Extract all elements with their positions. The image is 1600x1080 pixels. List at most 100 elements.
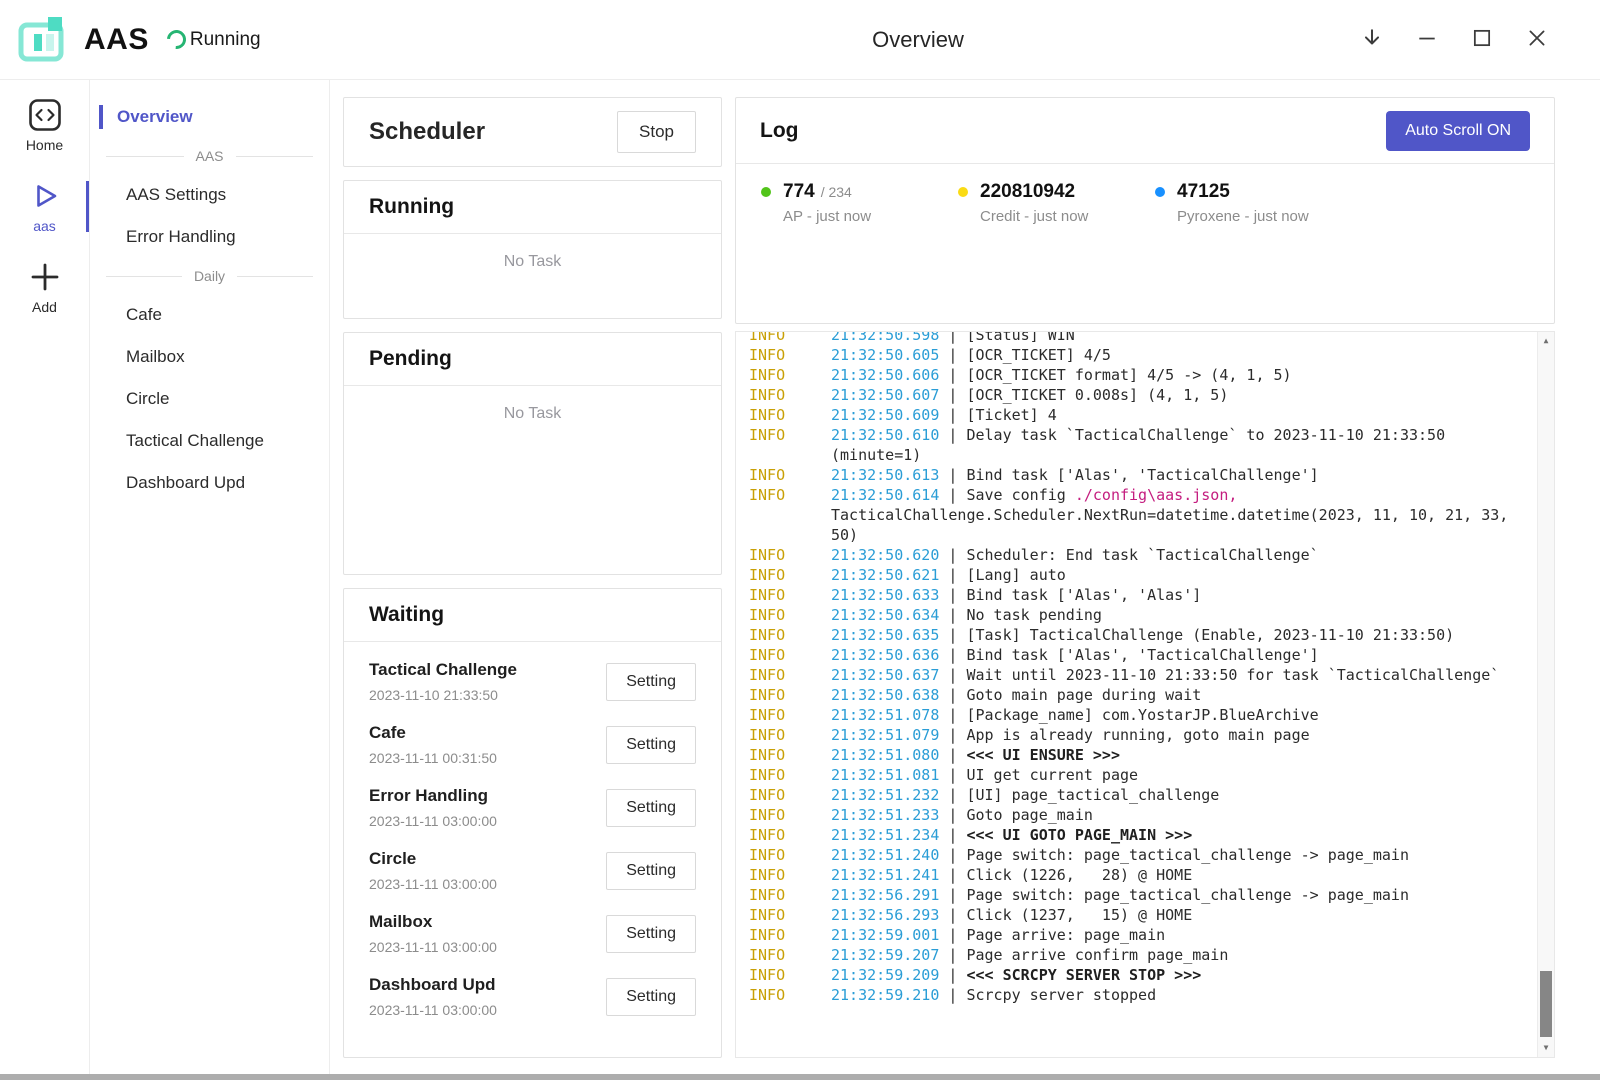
log-segment: Wait until 2023-11-10 21:33:50 for task … bbox=[966, 666, 1499, 684]
auto-scroll-button[interactable]: Auto Scroll ON bbox=[1386, 111, 1530, 151]
log-timestamp: 21:32:51.079 bbox=[831, 726, 939, 744]
stat-dot bbox=[1155, 187, 1165, 197]
log-level: INFO bbox=[749, 605, 831, 625]
log-segment: Goto main page during wait bbox=[966, 686, 1201, 704]
rail-item-add[interactable]: Add bbox=[0, 258, 89, 317]
play-icon bbox=[28, 179, 62, 213]
log-level: INFO bbox=[749, 805, 831, 825]
menu-item-label: Dashboard Upd bbox=[126, 473, 245, 493]
log-level: INFO bbox=[749, 565, 831, 585]
log-message: 21:32:51.079 | App is already running, g… bbox=[831, 725, 1514, 745]
log-timestamp: 21:32:50.634 bbox=[831, 606, 939, 624]
scrollbar-up-button[interactable]: ▲ bbox=[1538, 333, 1554, 349]
menu-group-label: AAS bbox=[196, 148, 224, 164]
task-setting-button[interactable]: Setting bbox=[606, 915, 696, 953]
task-setting-button[interactable]: Setting bbox=[606, 978, 696, 1016]
close-icon bbox=[1526, 27, 1548, 52]
scheduler-card: Scheduler Stop bbox=[343, 97, 722, 167]
log-message: 21:32:51.080 | <<< UI ENSURE >>> bbox=[831, 745, 1514, 765]
close-button[interactable] bbox=[1522, 25, 1552, 55]
scrollbar-down-button[interactable]: ▼ bbox=[1538, 1040, 1554, 1056]
plus-icon bbox=[28, 260, 62, 294]
log-scrollbar[interactable]: ▲ ▼ bbox=[1537, 332, 1554, 1057]
log-level: INFO bbox=[749, 545, 831, 565]
log-message: 21:32:59.210 | Scrcpy server stopped bbox=[831, 985, 1514, 1005]
pending-title: Pending bbox=[369, 347, 696, 371]
menu-item-label: Tactical Challenge bbox=[126, 431, 264, 451]
waiting-task-row-dashboard-upd: Dashboard Upd2023-11-11 03:00:00Setting bbox=[344, 965, 721, 1028]
log-line: INFO21:32:50.605 | [OCR_TICKET] 4/5 bbox=[749, 345, 1514, 365]
log-segment: <<< SCRCPY SERVER STOP >>> bbox=[966, 966, 1201, 984]
menu-item-overview[interactable]: Overview bbox=[90, 96, 329, 138]
log-line: INFO21:32:59.210 | Scrcpy server stopped bbox=[749, 985, 1514, 1005]
log-timestamp: 21:32:51.240 bbox=[831, 846, 939, 864]
scrollbar-thumb[interactable] bbox=[1540, 971, 1552, 1037]
log-timestamp: 21:32:50.610 bbox=[831, 426, 939, 444]
menu-item-circle[interactable]: Circle bbox=[90, 378, 329, 420]
task-setting-button[interactable]: Setting bbox=[606, 852, 696, 890]
log-level: INFO bbox=[749, 785, 831, 805]
log-message: 21:32:51.232 | [UI] page_tactical_challe… bbox=[831, 785, 1514, 805]
stat-suffix: / 234 bbox=[821, 184, 852, 200]
log-line: INFO21:32:50.610 | Delay task `TacticalC… bbox=[749, 425, 1514, 465]
log-timestamp: 21:32:50.609 bbox=[831, 406, 939, 424]
log-timestamp: 21:32:50.633 bbox=[831, 586, 939, 604]
task-next-run-time: 2023-11-11 00:31:50 bbox=[369, 750, 497, 766]
log-timestamp: 21:32:51.234 bbox=[831, 826, 939, 844]
menu-item-cafe[interactable]: Cafe bbox=[90, 294, 329, 336]
menu-item-label: Circle bbox=[126, 389, 169, 409]
log-view[interactable]: INFO21:32:50.598 | [Status] WININFO21:32… bbox=[735, 331, 1555, 1058]
menu-item-dashboard-upd[interactable]: Dashboard Upd bbox=[90, 462, 329, 504]
log-segment: Page switch: page_tactical_challenge -> … bbox=[966, 886, 1409, 904]
stat-value: 220810942 bbox=[980, 181, 1075, 203]
log-line: INFO21:32:50.607 | [OCR_TICKET 0.008s] (… bbox=[749, 385, 1514, 405]
hide-window-button[interactable] bbox=[1357, 25, 1387, 55]
content-area: Scheduler Stop Running No Task Pending N… bbox=[330, 80, 1600, 1080]
log-level: INFO bbox=[749, 585, 831, 605]
menu-item-tactical-challenge[interactable]: Tactical Challenge bbox=[90, 420, 329, 462]
log-line: INFO21:32:50.633 | Bind task ['Alas', 'A… bbox=[749, 585, 1514, 605]
log-segment: [Ticket] 4 bbox=[966, 406, 1056, 424]
scheduler-title: Scheduler bbox=[369, 118, 485, 146]
log-timestamp: 21:32:51.078 bbox=[831, 706, 939, 724]
log-level: INFO bbox=[749, 745, 831, 765]
log-message: 21:32:50.621 | [Lang] auto bbox=[831, 565, 1514, 585]
log-level: INFO bbox=[749, 465, 831, 485]
log-message: 21:32:51.240 | Page switch: page_tactica… bbox=[831, 845, 1514, 865]
sidebar-menu: OverviewAASAAS SettingsError HandlingDai… bbox=[90, 80, 330, 1080]
brand: AAS Running bbox=[12, 9, 261, 71]
stop-button[interactable]: Stop bbox=[617, 111, 696, 153]
log-segment: Page arrive: page_main bbox=[966, 926, 1165, 944]
log-timestamp: 21:32:59.001 bbox=[831, 926, 939, 944]
waiting-task-row-mailbox: Mailbox2023-11-11 03:00:00 Setting bbox=[344, 902, 721, 965]
log-message: 21:32:51.078 | [Package_name] com.Yostar… bbox=[831, 705, 1514, 725]
menu-item-error-handling[interactable]: Error Handling bbox=[90, 216, 329, 258]
minimize-button[interactable] bbox=[1412, 25, 1442, 55]
task-setting-button[interactable]: Setting bbox=[606, 663, 696, 701]
log-timestamp: 21:32:50.620 bbox=[831, 546, 939, 564]
menu-item-label: Error Handling bbox=[126, 227, 236, 247]
waiting-task-info: Mailbox2023-11-11 03:00:00 bbox=[369, 912, 497, 955]
maximize-icon bbox=[1471, 27, 1493, 52]
task-setting-button[interactable]: Setting bbox=[606, 789, 696, 827]
menu-group-divider-aas: AAS bbox=[106, 138, 313, 174]
log-timestamp: 21:32:56.291 bbox=[831, 886, 939, 904]
maximize-button[interactable] bbox=[1467, 25, 1497, 55]
log-segment: Goto page_main bbox=[966, 806, 1092, 824]
log-timestamp: 21:32:50.638 bbox=[831, 686, 939, 704]
log-message: 21:32:50.620 | Scheduler: End task `Tact… bbox=[831, 545, 1514, 565]
log-timestamp: 21:32:50.613 bbox=[831, 466, 939, 484]
rail-item-aas[interactable]: aas bbox=[0, 177, 89, 236]
log-level: INFO bbox=[749, 765, 831, 785]
menu-item-aas-settings[interactable]: AAS Settings bbox=[90, 174, 329, 216]
task-setting-button[interactable]: Setting bbox=[606, 726, 696, 764]
rail-item-home[interactable]: Home bbox=[0, 96, 89, 155]
log-timestamp: 21:32:50.614 bbox=[831, 486, 939, 504]
log-line: INFO21:32:51.234 | <<< UI GOTO PAGE_MAIN… bbox=[749, 825, 1514, 845]
task-name: Circle bbox=[369, 849, 497, 869]
log-line: INFO21:32:56.291 | Page switch: page_tac… bbox=[749, 885, 1514, 905]
log-level: INFO bbox=[749, 425, 831, 465]
stat-value: 774 bbox=[783, 181, 815, 203]
menu-item-mailbox[interactable]: Mailbox bbox=[90, 336, 329, 378]
log-timestamp: 21:32:50.635 bbox=[831, 626, 939, 644]
